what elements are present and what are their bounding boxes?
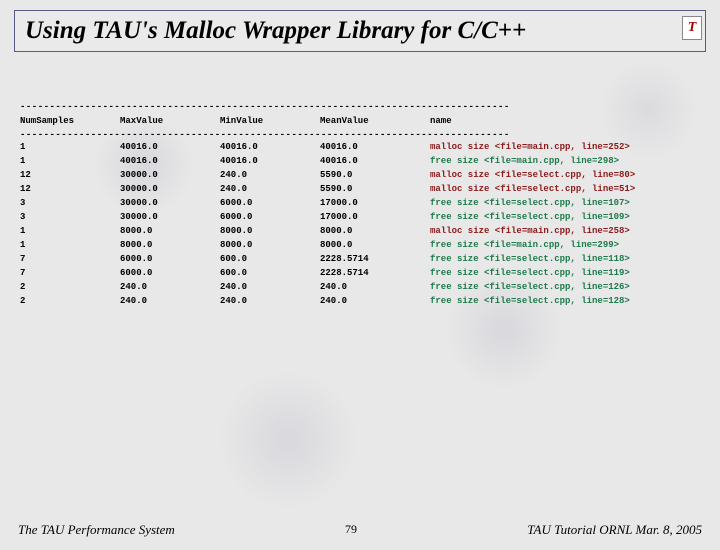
table-area: ----------------------------------------…	[20, 102, 700, 308]
cell: 8000.0	[320, 224, 430, 238]
cell: 30000.0	[120, 168, 220, 182]
cell: 240.0	[220, 280, 320, 294]
footer-left: The TAU Performance System	[18, 522, 175, 538]
cell: 1	[20, 140, 120, 154]
tau-logo: T	[682, 16, 702, 40]
cell: 3	[20, 196, 120, 210]
footer: The TAU Performance System 79 TAU Tutori…	[0, 522, 720, 538]
cell: 40016.0	[220, 140, 320, 154]
table-row: 1230000.0240.05590.0malloc size <file=se…	[20, 168, 700, 182]
cell: 40016.0	[320, 154, 430, 168]
cell: 600.0	[220, 266, 320, 280]
cell: 17000.0	[320, 210, 430, 224]
cell: 30000.0	[120, 182, 220, 196]
table-row: 140016.040016.040016.0free size <file=ma…	[20, 154, 700, 168]
cell: 30000.0	[120, 210, 220, 224]
cell: 240.0	[120, 294, 220, 308]
col-name: name	[430, 114, 700, 128]
cell: 40016.0	[320, 140, 430, 154]
cell: free size <file=select.cpp, line=118>	[430, 252, 700, 266]
table-row: 2240.0240.0240.0free size <file=select.c…	[20, 280, 700, 294]
cell: malloc size <file=main.cpp, line=258>	[430, 224, 700, 238]
cell: 17000.0	[320, 196, 430, 210]
cell: 3	[20, 210, 120, 224]
table-row: 330000.06000.017000.0free size <file=sel…	[20, 210, 700, 224]
cell: free size <file=select.cpp, line=119>	[430, 266, 700, 280]
cell: free size <file=select.cpp, line=126>	[430, 280, 700, 294]
cell: malloc size <file=select.cpp, line=51>	[430, 182, 700, 196]
cell: 2	[20, 280, 120, 294]
cell: 5590.0	[320, 182, 430, 196]
cell: 240.0	[220, 168, 320, 182]
cell: 8000.0	[120, 224, 220, 238]
table-row: 76000.0600.02228.5714free size <file=sel…	[20, 266, 700, 280]
cell: 30000.0	[120, 196, 220, 210]
footer-right: TAU Tutorial ORNL Mar. 8, 2005	[527, 522, 702, 538]
cell: 6000.0	[220, 210, 320, 224]
cell: free size <file=select.cpp, line=128>	[430, 294, 700, 308]
cell: 1	[20, 238, 120, 252]
table-row: 1230000.0240.05590.0malloc size <file=se…	[20, 182, 700, 196]
col-numsamples: NumSamples	[20, 114, 120, 128]
table-row: 76000.0600.02228.5714free size <file=sel…	[20, 252, 700, 266]
cell: malloc size <file=main.cpp, line=252>	[430, 140, 700, 154]
cell: free size <file=main.cpp, line=299>	[430, 238, 700, 252]
cell: 240.0	[220, 182, 320, 196]
cell: 5590.0	[320, 168, 430, 182]
table-body: 140016.040016.040016.0malloc size <file=…	[20, 140, 700, 308]
cell: free size <file=main.cpp, line=298>	[430, 154, 700, 168]
cell: 240.0	[220, 294, 320, 308]
cell: 1	[20, 154, 120, 168]
cell: malloc size <file=select.cpp, line=80>	[430, 168, 700, 182]
cell: 40016.0	[120, 154, 220, 168]
cell: 8000.0	[120, 238, 220, 252]
col-maxvalue: MaxValue	[120, 114, 220, 128]
table-row: 330000.06000.017000.0free size <file=sel…	[20, 196, 700, 210]
cell: 600.0	[220, 252, 320, 266]
cell: 240.0	[320, 294, 430, 308]
col-minvalue: MinValue	[220, 114, 320, 128]
cell: 12	[20, 182, 120, 196]
cell: 2228.5714	[320, 252, 430, 266]
cell: 8000.0	[220, 238, 320, 252]
cell: 1	[20, 224, 120, 238]
cell: 2	[20, 294, 120, 308]
cell: free size <file=select.cpp, line=107>	[430, 196, 700, 210]
slide-title: Using TAU's Malloc Wrapper Library for C…	[25, 17, 695, 45]
table-header: NumSamples MaxValue MinValue MeanValue n…	[20, 114, 700, 128]
cell: 6000.0	[120, 252, 220, 266]
table-row: 18000.08000.08000.0malloc size <file=mai…	[20, 224, 700, 238]
table-row: 18000.08000.08000.0free size <file=main.…	[20, 238, 700, 252]
cell: 6000.0	[120, 266, 220, 280]
cell: 7	[20, 252, 120, 266]
cell: 240.0	[120, 280, 220, 294]
title-box: Using TAU's Malloc Wrapper Library for C…	[14, 10, 706, 52]
table-row: 140016.040016.040016.0malloc size <file=…	[20, 140, 700, 154]
cell: 12	[20, 168, 120, 182]
cell: 40016.0	[120, 140, 220, 154]
cell: 8000.0	[220, 224, 320, 238]
rule-mid: ----------------------------------------…	[20, 130, 700, 140]
cell: 8000.0	[320, 238, 430, 252]
cell: free size <file=select.cpp, line=109>	[430, 210, 700, 224]
footer-page: 79	[345, 522, 357, 538]
rule-top: ----------------------------------------…	[20, 102, 700, 112]
table-row: 2240.0240.0240.0free size <file=select.c…	[20, 294, 700, 308]
cell: 6000.0	[220, 196, 320, 210]
cell: 240.0	[320, 280, 430, 294]
cell: 40016.0	[220, 154, 320, 168]
cell: 2228.5714	[320, 266, 430, 280]
cell: 7	[20, 266, 120, 280]
col-meanvalue: MeanValue	[320, 114, 430, 128]
